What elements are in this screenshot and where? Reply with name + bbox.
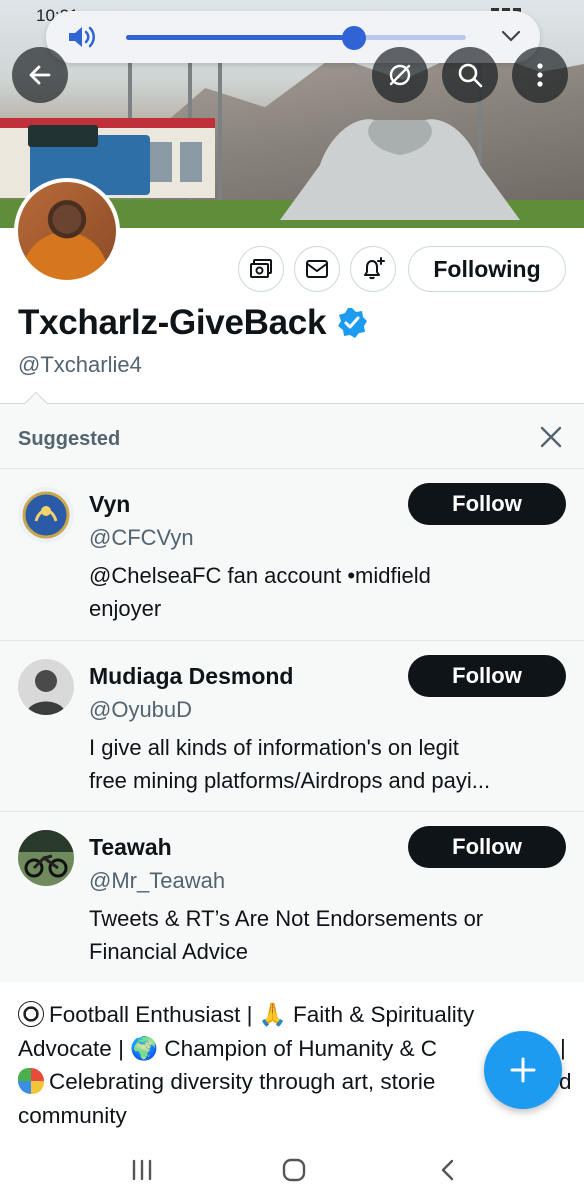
bio-line: Financial Advice bbox=[89, 939, 248, 964]
display-name-text: Txcharlz-GiveBack bbox=[18, 303, 327, 342]
bio-line: free mining platforms/Airdrops and payi.… bbox=[89, 768, 491, 793]
suggested-title: Suggested bbox=[18, 428, 121, 450]
suggested-bio: Tweets & RT’s Are Not Endorsements or Fi… bbox=[89, 902, 559, 968]
heart-hands-sculpture bbox=[280, 119, 520, 220]
bio-text: Football Enthusiast | 🙏 Faith & Spiritua… bbox=[49, 1002, 475, 1027]
compose-button[interactable] bbox=[484, 1031, 562, 1109]
avatar[interactable] bbox=[18, 487, 74, 543]
palette-icon bbox=[18, 1068, 44, 1094]
banner-pole bbox=[218, 60, 222, 220]
volume-knob[interactable] bbox=[341, 26, 366, 50]
bio-line: Football Enthusiast | 🙏 Faith & Spiritua… bbox=[18, 998, 568, 1032]
suggested-name[interactable]: Vyn bbox=[89, 491, 130, 518]
suggested-handle: @CFCVyn bbox=[89, 525, 194, 550]
grok-icon bbox=[389, 64, 411, 86]
suggested-user-card[interactable]: Teawah @Mr_Teawah Tweets & RT’s Are Not … bbox=[0, 812, 584, 983]
suggested-handle: @Mr_Teawah bbox=[89, 868, 226, 893]
plus-icon bbox=[510, 1057, 536, 1083]
profile-avatar[interactable] bbox=[14, 178, 120, 284]
more-options-button[interactable] bbox=[512, 47, 568, 103]
subscribe-tip-button[interactable] bbox=[238, 246, 284, 292]
envelope-icon bbox=[306, 260, 328, 278]
arrow-left-icon bbox=[29, 65, 51, 85]
suggested-bio: @ChelseaFC fan account •midfield enjoyer bbox=[89, 559, 559, 625]
bio-line: Tweets & RT’s Are Not Endorsements or bbox=[89, 906, 484, 931]
profile-name: Txcharlz-GiveBack bbox=[18, 303, 368, 343]
system-back-button[interactable] bbox=[428, 1154, 468, 1186]
message-button[interactable] bbox=[294, 246, 340, 292]
grok-button[interactable] bbox=[372, 47, 428, 103]
panel-caret bbox=[24, 391, 48, 415]
chevron-left-icon bbox=[441, 1159, 454, 1181]
avatar[interactable] bbox=[18, 830, 74, 886]
volume-fill bbox=[126, 35, 354, 40]
bio-text: community bbox=[18, 1102, 127, 1128]
suggested-user-card[interactable]: Vyn @CFCVyn @ChelseaFC fan account •midf… bbox=[0, 469, 584, 640]
avatar[interactable] bbox=[18, 659, 74, 715]
bio-line: I give all kinds of information's on leg… bbox=[89, 735, 459, 760]
follow-button[interactable]: Follow bbox=[408, 483, 566, 525]
chevron-down-icon[interactable] bbox=[500, 25, 522, 47]
suggested-panel: Suggested Vyn @CFCVyn @ChelseaFC fan acc… bbox=[0, 391, 584, 983]
suggested-user-card[interactable]: Mudiaga Desmond @OyubuD I give all kinds… bbox=[0, 641, 584, 812]
recents-icon bbox=[132, 1159, 152, 1181]
suggested-name[interactable]: Teawah bbox=[89, 834, 172, 861]
motorcycle-avatar bbox=[18, 830, 74, 886]
back-button[interactable] bbox=[12, 47, 68, 103]
follow-button[interactable]: Follow bbox=[408, 655, 566, 697]
home-icon bbox=[282, 1158, 306, 1182]
bio-line: @ChelseaFC fan account •midfield bbox=[89, 563, 431, 588]
bio-text: Celebrating diversity through art, stori… bbox=[49, 1069, 436, 1094]
money-icon bbox=[250, 259, 272, 278]
verified-badge-icon[interactable] bbox=[336, 307, 368, 339]
speaker-icon[interactable] bbox=[66, 25, 98, 49]
bio-text: | bbox=[560, 1035, 566, 1060]
close-icon[interactable] bbox=[538, 424, 564, 450]
bio-line: community bbox=[18, 1099, 568, 1133]
profile-handle: @Txcharlie4 bbox=[18, 352, 142, 377]
follow-button[interactable]: Follow bbox=[408, 826, 566, 868]
search-button[interactable] bbox=[442, 47, 498, 103]
bio-line: enjoyer bbox=[89, 596, 162, 621]
recents-button[interactable] bbox=[122, 1154, 162, 1186]
system-nav-bar bbox=[0, 1140, 584, 1200]
bio-text: Advocate | 🌍 Champion of Humanity & C bbox=[18, 1035, 438, 1061]
notifications-button[interactable] bbox=[350, 246, 396, 292]
soccer-ball-icon bbox=[18, 1001, 44, 1027]
home-button[interactable] bbox=[274, 1154, 314, 1186]
bell-plus-icon bbox=[364, 257, 385, 280]
more-vertical-icon bbox=[537, 63, 543, 87]
chelsea-badge-avatar bbox=[18, 487, 74, 543]
search-icon bbox=[458, 63, 483, 88]
person-avatar bbox=[18, 659, 74, 715]
suggested-bio: I give all kinds of information's on leg… bbox=[89, 731, 559, 797]
suggested-handle: @OyubuD bbox=[89, 697, 193, 722]
suggested-name[interactable]: Mudiaga Desmond bbox=[89, 663, 293, 690]
volume-slider[interactable] bbox=[126, 26, 466, 50]
following-button[interactable]: Following bbox=[408, 246, 566, 292]
